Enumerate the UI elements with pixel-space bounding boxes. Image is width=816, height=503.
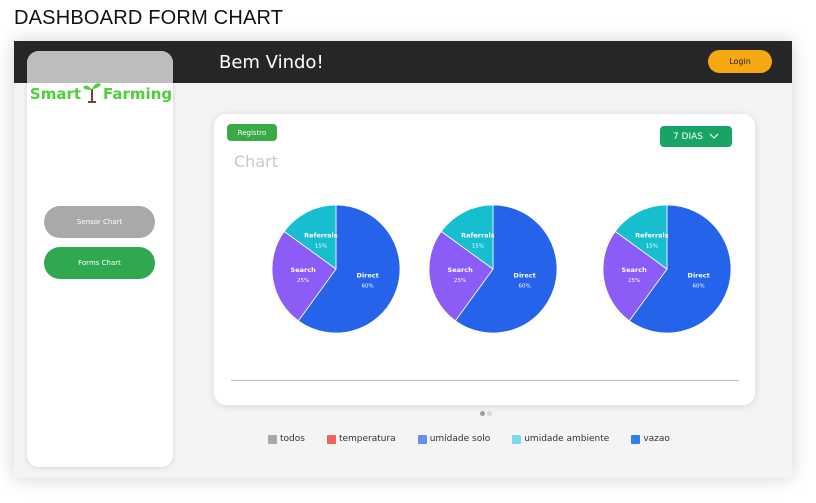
pagination-dot[interactable]: [487, 411, 492, 416]
pie-slice-value: 15%: [646, 243, 658, 249]
pie-slice-value: 60%: [693, 283, 705, 289]
legend-item[interactable]: umidade ambiente: [512, 434, 609, 444]
legend-swatch: [326, 434, 336, 444]
pie-slice-value: 25%: [297, 278, 309, 284]
legend-swatch: [631, 434, 641, 444]
pie-slice-value: 15%: [315, 243, 327, 249]
pie-slice-name: Search: [291, 266, 317, 274]
smart-farming-logo: Smart Farming: [30, 79, 172, 109]
legend-item[interactable]: vazao: [631, 434, 670, 444]
welcome-text: Bem Vindo!: [219, 52, 324, 73]
pie-slice-name: Referrals: [304, 231, 338, 239]
legend: todos temperatura umidade solo umidade ambi…: [268, 434, 670, 444]
pie-slice-value: 60%: [362, 283, 374, 289]
legend-item[interactable]: todos: [268, 434, 305, 444]
pie-slice-name: Referrals: [461, 231, 495, 239]
pie-charts: Direct 60% Search 25% Referrals 15% Direct 60% S…: [271, 204, 732, 334]
legend-label: temperatura: [338, 434, 396, 444]
sidebar: Smart Farming Sensor Chart Forms Chart: [27, 51, 173, 467]
pie-slice-value: 25%: [628, 278, 640, 284]
pie-slice-value: 25%: [454, 278, 466, 284]
login-button[interactable]: Login: [708, 50, 772, 73]
chart-baseline: [231, 380, 739, 381]
pie-slice-name: Direct: [688, 271, 710, 279]
app-window: Bem Vindo! Login Smart Farming Sensor Ch…: [14, 41, 792, 478]
sprout-icon: [82, 80, 102, 108]
sensor-chart-button[interactable]: Sensor Chart: [44, 206, 155, 238]
pagination-dots: [480, 411, 492, 416]
pie-slice-name: Search: [622, 266, 648, 274]
pie-slice-name: Search: [448, 266, 474, 274]
chart-card: Registro 7 DIAS Chart Direct 60% Search 25%…: [214, 114, 755, 405]
legend-swatch: [268, 434, 277, 444]
logo-text-farming: Farming: [103, 85, 173, 103]
legend-label: umidade solo: [429, 434, 491, 444]
legend-swatch: [512, 434, 522, 444]
legend-item[interactable]: temperatura: [326, 434, 396, 444]
pie-slice-name: Referrals: [635, 231, 669, 239]
legend-swatch: [417, 434, 427, 444]
pie-slice-value: 15%: [472, 243, 484, 249]
pagination-dot-active[interactable]: [480, 411, 485, 416]
logo-text-smart: Smart: [29, 85, 82, 103]
legend-label: todos: [280, 434, 305, 444]
legend-item[interactable]: umidade solo: [417, 434, 491, 444]
pie-slice-value: 60%: [519, 283, 531, 289]
pie-slice-name: Direct: [514, 271, 536, 279]
page-title: DASHBOARD FORM CHART: [14, 7, 284, 29]
pie-slice-name: Direct: [357, 271, 379, 279]
legend-label: umidade ambiente: [524, 434, 610, 444]
legend-label: vazao: [643, 434, 670, 444]
forms-chart-button[interactable]: Forms Chart: [44, 247, 155, 279]
